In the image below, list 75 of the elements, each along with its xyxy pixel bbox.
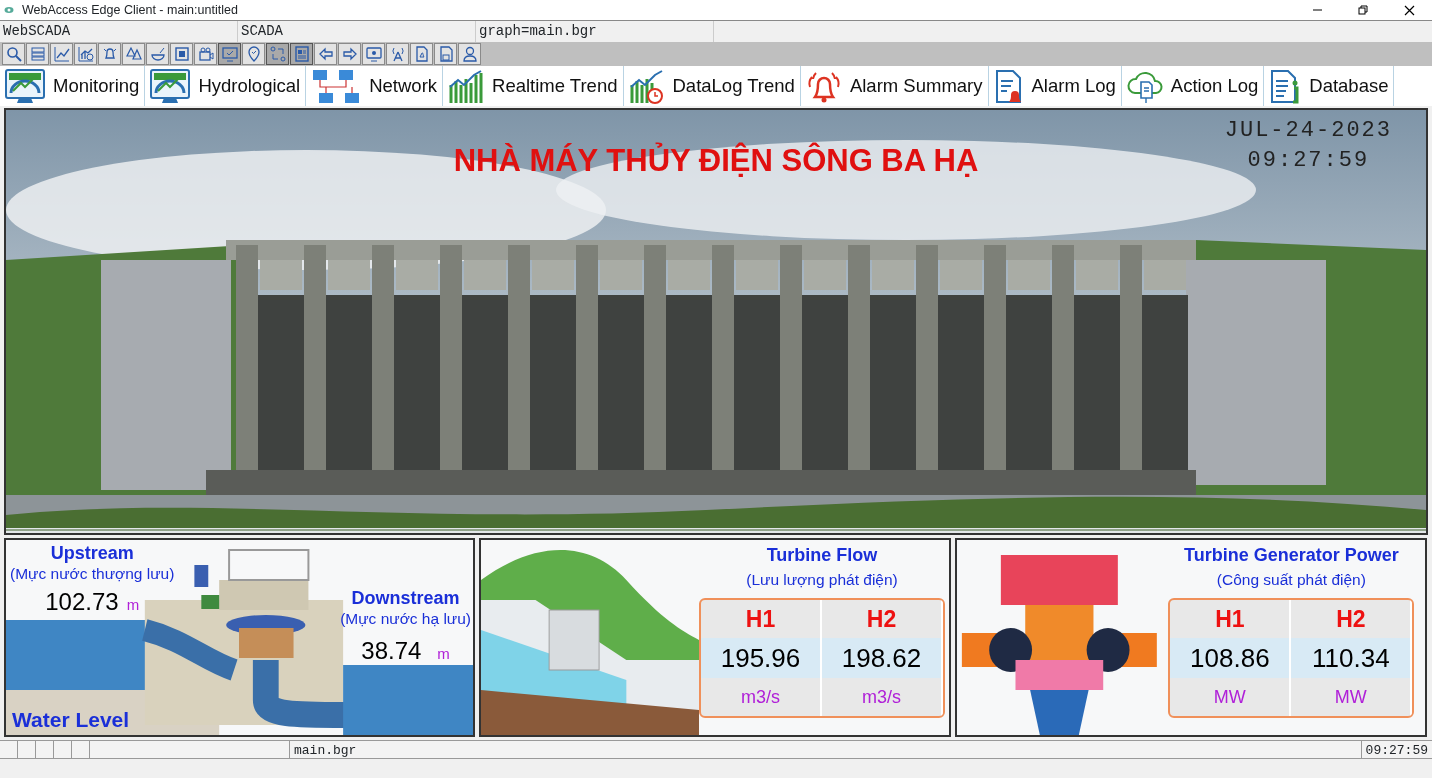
- server-icon: [29, 46, 46, 62]
- bell-button[interactable]: [98, 43, 121, 65]
- unit-label: MW: [1170, 678, 1292, 716]
- monitor-button[interactable]: [218, 43, 241, 65]
- user-button[interactable]: [458, 43, 481, 65]
- document-info-icon: [1269, 68, 1302, 104]
- document-icon: [413, 46, 430, 62]
- panel-button[interactable]: [170, 43, 193, 65]
- display-icon: [365, 46, 382, 62]
- value-text: 195.96: [701, 638, 822, 678]
- network-icon: [311, 68, 362, 104]
- arrows-button[interactable]: [266, 43, 289, 65]
- search-icon: [5, 46, 22, 62]
- status-file: main.bgr: [293, 742, 358, 758]
- tree-button[interactable]: [122, 43, 145, 65]
- map-pin-icon: [245, 46, 262, 62]
- search-button[interactable]: [2, 43, 25, 65]
- unit-label: m3/s: [701, 678, 822, 716]
- card-button[interactable]: [290, 43, 313, 65]
- monitor-icon: [221, 46, 238, 62]
- unit-label: m: [437, 644, 450, 664]
- value-text: 110.34: [1291, 638, 1413, 678]
- upstream-label: Upstream: [50, 542, 134, 564]
- save-icon: [437, 46, 454, 62]
- upstream-value: 102.73: [45, 587, 119, 617]
- panel-subtitle: (Công suất phát điện): [1216, 570, 1366, 590]
- line-chart-icon: [53, 46, 70, 62]
- document-bell-icon: [993, 68, 1024, 104]
- save-button[interactable]: [434, 43, 457, 65]
- bowl-button[interactable]: [146, 43, 169, 65]
- banner-title: NHÀ MÁY THỦY ĐIỆN SÔNG BA HẠ: [453, 143, 979, 178]
- arrows-icon: [269, 46, 286, 62]
- chart-icon: [77, 46, 94, 62]
- card-icon: [293, 46, 310, 62]
- date-text: JUL-24-2023: [1224, 117, 1392, 145]
- arrow-right-button[interactable]: [338, 43, 361, 65]
- status-time: 09:27:59: [1360, 741, 1432, 758]
- display-button[interactable]: [362, 43, 385, 65]
- time-text: 09:27:59: [1246, 147, 1371, 175]
- downstream-label: Downstream: [351, 587, 460, 609]
- downstream-subtitle: (Mực nước hạ lưu): [340, 609, 471, 629]
- unit-label: MW: [1291, 678, 1413, 716]
- value-text: 198.62: [822, 638, 943, 678]
- arrow-left-button[interactable]: [314, 43, 337, 65]
- line-chart-button[interactable]: [50, 43, 73, 65]
- panel-title: Turbine Flow: [766, 544, 878, 566]
- chart-clock-icon: [628, 68, 665, 104]
- downstream-value: 38.74: [361, 636, 422, 666]
- close-icon: [1403, 4, 1415, 16]
- panel-caption: Water Level: [12, 709, 130, 731]
- document-button[interactable]: [410, 43, 433, 65]
- bell-icon: [101, 46, 118, 62]
- arrow-right-icon: [341, 46, 358, 62]
- unit-label: m3/s: [822, 678, 943, 716]
- restore-icon: [1357, 4, 1369, 16]
- arrow-left-icon: [317, 46, 334, 62]
- gauge-monitor-icon: [150, 69, 191, 103]
- app-eye-icon: [4, 6, 14, 14]
- value-text: 108.86: [1170, 638, 1292, 678]
- upstream-subtitle: (Mực nước thượng lưu): [10, 564, 175, 584]
- panel-subtitle: (Lưu lượng phát điện): [746, 570, 898, 590]
- tree-icon: [125, 46, 142, 62]
- panel-icon: [173, 46, 190, 62]
- unit-label: m: [126, 595, 140, 615]
- map-pin-button[interactable]: [242, 43, 265, 65]
- chart-button[interactable]: [74, 43, 97, 65]
- gauge-monitor-icon: [5, 69, 45, 103]
- user-icon: [461, 46, 478, 62]
- camera-icon: [197, 46, 214, 62]
- bowl-icon: [149, 46, 166, 62]
- camera-button[interactable]: [194, 43, 217, 65]
- server-button[interactable]: [26, 43, 49, 65]
- bar-chart-icon: [448, 68, 485, 104]
- panel-title: Turbine Generator Power: [1184, 544, 1399, 566]
- window-title: WebAccess Edge Client - main:untitled: [22, 1, 238, 19]
